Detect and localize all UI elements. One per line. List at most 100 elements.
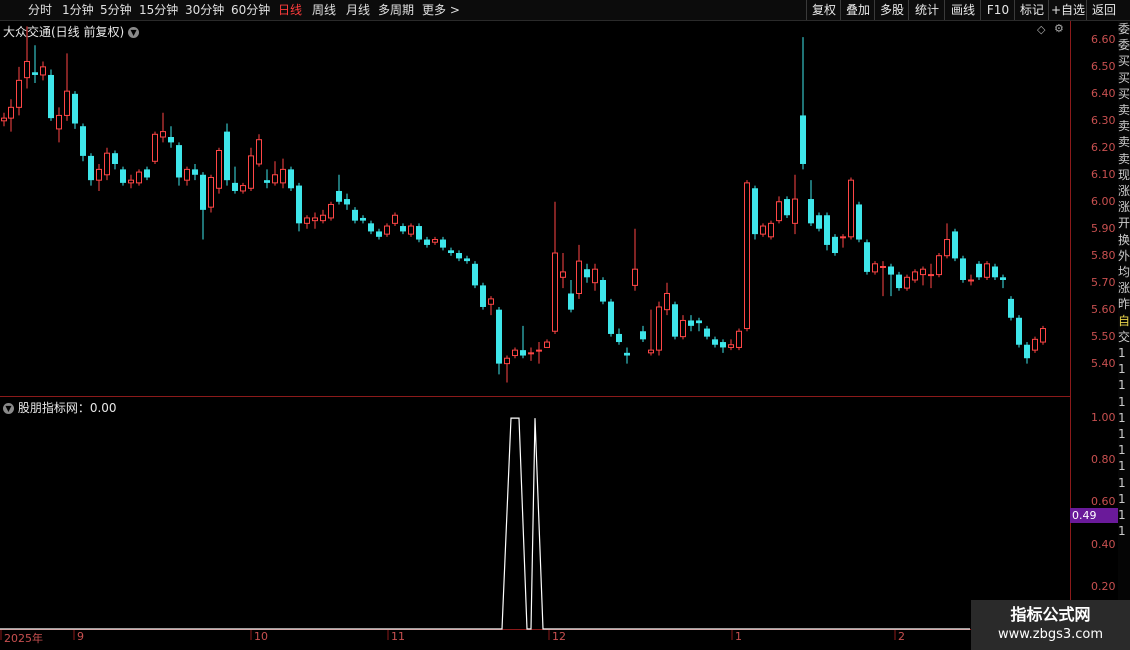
candle-body-up: [928, 274, 934, 277]
candle-body-down: [856, 204, 862, 240]
indicator-tick-label: 0.60: [1091, 495, 1116, 509]
side-strip-char: 买: [1118, 54, 1130, 69]
side-strip-char: 1: [1118, 459, 1126, 474]
side-strip-char: 1: [1118, 508, 1126, 523]
candle-body-up: [64, 90, 70, 116]
price-tick-label: 6.50: [1091, 59, 1116, 73]
candle-body-up: [872, 263, 878, 273]
candle-body-up: [512, 349, 518, 357]
candle-body-up: [664, 292, 670, 311]
candle-body-down: [960, 258, 966, 280]
candle-body-down: [672, 304, 678, 337]
watermark: 指标公式网 www.zbgs3.com: [971, 600, 1130, 650]
indicator-tick-label: 0.40: [1091, 537, 1116, 551]
candle-body-up: [536, 349, 542, 352]
side-strip-char: 涨: [1118, 200, 1130, 215]
candle-body-up: [408, 225, 414, 235]
candle-body-down: [264, 180, 270, 183]
candle-body-down: [1016, 317, 1022, 345]
watermark-url: www.zbgs3.com: [997, 627, 1104, 642]
candle-body-up: [840, 236, 846, 239]
candle-body-down: [48, 74, 54, 119]
candle-body-down: [808, 199, 814, 224]
side-strip-char: 1: [1118, 394, 1126, 409]
candle-body-down: [168, 137, 174, 143]
candle-body-down: [336, 190, 342, 202]
candle-body-down: [824, 215, 830, 245]
side-strip-char: 1: [1118, 443, 1126, 458]
candle-body-up: [8, 106, 14, 119]
candle-body-down: [992, 266, 998, 278]
side-strip-char: 自: [1118, 313, 1130, 328]
candle-body-up: [560, 271, 566, 278]
price-tick-label: 5.70: [1091, 275, 1116, 289]
candle-body-up: [776, 201, 782, 222]
side-strip-char: 买: [1118, 70, 1130, 85]
candle-body-up: [184, 168, 190, 181]
side-strip-char: 委: [1118, 38, 1130, 53]
candle-body-down: [704, 328, 710, 337]
candle-body-up: [392, 214, 398, 224]
toolbar-button-8[interactable]: 返回: [1086, 0, 1121, 20]
side-strip-char: 均: [1118, 265, 1130, 280]
side-strip-char: 涨: [1118, 281, 1130, 296]
candle-body-down: [224, 131, 230, 181]
side-strip-char: 卖: [1118, 103, 1130, 118]
candle-body-down: [616, 333, 622, 343]
candle-body-up: [488, 298, 494, 305]
candle-body-down: [344, 199, 350, 205]
candle-body-up: [304, 217, 310, 224]
candle-body-down: [608, 301, 614, 334]
candle-body-up: [56, 114, 62, 130]
side-strip-char: 卖: [1118, 151, 1130, 166]
candle-body-up: [936, 255, 942, 276]
price-axis: 6.60 6.50 6.40 6.30 6.20 6.10 6.00 5.90 5.80 5.70…: [1070, 21, 1119, 629]
candle-body-up: [432, 239, 438, 243]
candle-body-up: [792, 198, 798, 224]
candle-body-down: [120, 169, 126, 183]
side-strip-char: 卖: [1118, 135, 1130, 150]
candle-body-up: [648, 349, 654, 354]
candle-body-up: [216, 149, 222, 189]
crosshair-value-tag: 0.49: [1070, 508, 1118, 523]
candle-body-up: [128, 179, 134, 184]
side-strip-char: 交: [1118, 329, 1130, 344]
price-tick-label: 5.90: [1091, 221, 1116, 235]
candle-body-down: [360, 217, 366, 221]
price-tick-label: 6.40: [1091, 86, 1116, 100]
side-strip-char: 开: [1118, 216, 1130, 231]
candle-body-up: [256, 139, 262, 165]
candle-body-down: [200, 174, 206, 210]
candle-body-up: [968, 279, 974, 282]
candle-body-down: [1000, 277, 1006, 280]
candle-body-up: [944, 239, 950, 257]
price-tick-label: 5.60: [1091, 302, 1116, 316]
candle-body-up: [632, 268, 638, 286]
candle-body-down: [640, 331, 646, 340]
candle-body-down: [720, 342, 726, 348]
candle-body-down: [80, 126, 86, 156]
candle-body-up: [768, 222, 774, 238]
candle-body-down: [696, 320, 702, 324]
candle-body-down: [712, 339, 718, 345]
candle-body-up: [152, 133, 158, 162]
candle-body-down: [784, 199, 790, 216]
price-tick-label: 5.80: [1091, 248, 1116, 262]
candle-body-down: [72, 93, 78, 124]
price-tick-label: 6.30: [1091, 113, 1116, 127]
candle-body-down: [424, 239, 430, 245]
indicator-line: [0, 417, 970, 630]
candle-body-down: [448, 250, 454, 254]
candle-body-up: [280, 168, 286, 184]
price-tick-label: 6.60: [1091, 32, 1116, 46]
candle-body-down: [1008, 298, 1014, 318]
candle-body-up: [848, 179, 854, 238]
candle-body-up: [384, 225, 390, 235]
candle-body-down: [864, 242, 870, 272]
candle-body-down: [752, 188, 758, 235]
candle-body-up: [24, 60, 30, 79]
candle-body-up: [1040, 328, 1046, 343]
candle-body-down: [496, 309, 502, 364]
candle-body-down: [624, 352, 630, 356]
candle-body-up: [920, 268, 926, 276]
